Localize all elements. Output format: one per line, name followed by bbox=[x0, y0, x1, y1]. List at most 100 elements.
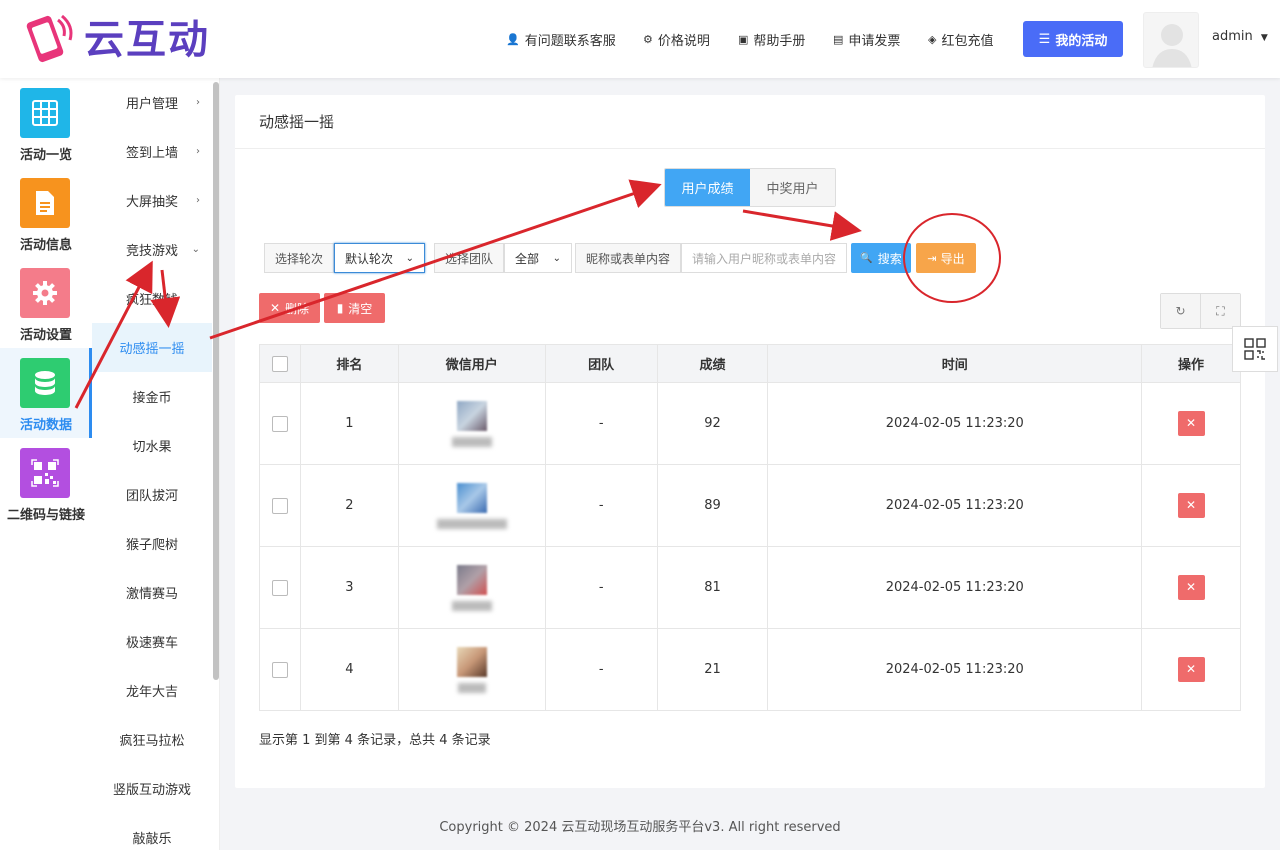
submenu-label: 疯狂马拉松 bbox=[119, 734, 185, 749]
submenu-shake[interactable]: 动感摇一摇 bbox=[92, 323, 212, 372]
team-cell: - bbox=[544, 628, 658, 711]
submenu-vertical-games[interactable]: 竖版互动游戏 bbox=[92, 764, 212, 813]
nav-label: 申请发票 bbox=[848, 33, 901, 49]
submenu-dragon-year[interactable]: 龙年大吉 bbox=[92, 666, 212, 715]
submenu-marathon[interactable]: 疯狂马拉松 bbox=[92, 715, 212, 764]
user-plus-icon: 👤 bbox=[506, 32, 520, 46]
logo-text: 云互动 bbox=[84, 17, 210, 63]
nav-invoice[interactable]: ▤ 申请发票 bbox=[833, 27, 900, 51]
submenu-monkey-climb[interactable]: 猴子爬树 bbox=[92, 519, 212, 568]
submenu-tug-of-war[interactable]: 团队拔河 bbox=[92, 470, 212, 519]
submenu-label: 猴子爬树 bbox=[125, 538, 178, 553]
submenu-big-screen-lottery[interactable]: 大屏抽奖 › bbox=[92, 176, 212, 225]
export-button[interactable]: ⇥ 导出 bbox=[916, 243, 976, 273]
caret-down-icon: ▼ bbox=[1260, 33, 1268, 43]
row-checkbox[interactable] bbox=[271, 497, 288, 514]
delete-row-button[interactable]: ✕ bbox=[1177, 575, 1205, 600]
search-button[interactable]: 🔍 搜索 bbox=[851, 243, 911, 273]
submenu-car-race[interactable]: 极速赛车 bbox=[92, 617, 212, 666]
submenu-user-management[interactable]: 用户管理 › bbox=[92, 78, 212, 127]
export-icon: ⇥ bbox=[927, 251, 937, 265]
round-select[interactable]: 默认轮次 ⌄ bbox=[334, 243, 426, 273]
team-label: 选择团队 bbox=[434, 243, 505, 273]
user-menu[interactable]: admin ▼ bbox=[1212, 29, 1268, 44]
qrcode-float-button[interactable] bbox=[1232, 326, 1278, 372]
shield-check-icon: ◈ bbox=[928, 32, 937, 46]
top-header: 云互动 👤 有问题联系客服 ⚙ 价格说明 ▣ 帮助手册 ▤ 申请发票 ◈ 红包充值 ☰ 我的… bbox=[0, 0, 1280, 78]
blurred-nickname bbox=[451, 436, 492, 447]
nav-pricing[interactable]: ⚙ 价格说明 bbox=[643, 27, 710, 51]
delete-row-button[interactable]: ✕ bbox=[1177, 657, 1205, 682]
submenu-horse-race[interactable]: 激情赛马 bbox=[92, 568, 212, 617]
submenu-fruit-cut[interactable]: 切水果 bbox=[92, 421, 212, 470]
round-select-value: 默认轮次 bbox=[345, 251, 394, 266]
select-all-checkbox[interactable] bbox=[271, 355, 288, 372]
chevron-right-icon: › bbox=[196, 146, 200, 157]
wechat-user-cell bbox=[397, 628, 546, 711]
time-cell: 2024-02-05 11:23:20 bbox=[767, 546, 1143, 629]
submenu-competitive-games[interactable]: 竞技游戏 ⌄ bbox=[92, 225, 212, 274]
avatar[interactable] bbox=[1143, 12, 1199, 68]
logo[interactable]: 云互动 bbox=[22, 12, 232, 68]
nav-help-manual[interactable]: ▣ 帮助手册 bbox=[738, 27, 805, 51]
avatar bbox=[456, 482, 487, 513]
divider bbox=[235, 148, 1265, 149]
sidebar-scrollbar[interactable] bbox=[213, 82, 219, 680]
table-row: 3 - 81 2024-02-05 11:23:20 ✕ bbox=[259, 546, 1241, 629]
submenu-catch-coins[interactable]: 接金币 bbox=[92, 372, 212, 421]
chevron-down-icon: ⌄ bbox=[191, 244, 200, 255]
action-cell: ✕ bbox=[1141, 546, 1241, 629]
document-icon bbox=[20, 178, 70, 228]
delete-button[interactable]: ✕ 删除 bbox=[259, 293, 320, 323]
filter-round: 选择轮次 默认轮次 ⌄ bbox=[264, 243, 426, 273]
row-checkbox[interactable] bbox=[271, 415, 288, 432]
submenu-label: 竞技游戏 bbox=[125, 244, 178, 259]
clear-button[interactable]: ▮ 清空 bbox=[324, 293, 385, 323]
delete-row-button[interactable]: ✕ bbox=[1177, 493, 1205, 518]
row-checkbox[interactable] bbox=[271, 579, 288, 596]
team-select[interactable]: 全部 ⌄ bbox=[504, 243, 573, 273]
submenu-label: 用户管理 bbox=[125, 97, 178, 112]
submenu-label: 极速赛车 bbox=[125, 636, 178, 651]
qrcode-icon bbox=[20, 448, 70, 498]
col-rank: 排名 bbox=[299, 344, 399, 383]
row-checkbox[interactable] bbox=[271, 661, 288, 678]
table-row: 4 - 21 2024-02-05 11:23:20 ✕ bbox=[259, 628, 1241, 711]
nav-contact-support[interactable]: 👤 有问题联系客服 bbox=[506, 27, 616, 51]
sidebar-item-activity-list[interactable]: 活动一览 bbox=[0, 78, 92, 168]
submenu-label: 大屏抽奖 bbox=[125, 195, 178, 210]
export-label: 导出 bbox=[940, 251, 965, 266]
fullscreen-icon[interactable]: ⛶ bbox=[1200, 294, 1240, 328]
tab-user-scores[interactable]: 用户成绩 bbox=[665, 169, 750, 206]
nav-redpacket-recharge[interactable]: ◈ 红包充值 bbox=[928, 27, 993, 51]
col-action: 操作 bbox=[1141, 344, 1241, 383]
submenu-label: 接金币 bbox=[132, 391, 172, 406]
col-team: 团队 bbox=[544, 344, 658, 383]
submenu-signin-wall[interactable]: 签到上墙 › bbox=[92, 127, 212, 176]
sidebar-item-activity-info[interactable]: 活动信息 bbox=[0, 168, 92, 258]
printer-icon: ▤ bbox=[833, 32, 844, 46]
sidebar-item-qrcode-links[interactable]: 二维码与链接 bbox=[0, 438, 92, 528]
submenu-crazy-money[interactable]: 疯狂数钱 bbox=[92, 274, 212, 323]
my-activity-button[interactable]: ☰ 我的活动 bbox=[1023, 21, 1123, 57]
time-cell: 2024-02-05 11:23:20 bbox=[767, 628, 1143, 711]
filter-keyword: 昵称或表单内容 请输入用户昵称或表单内容 bbox=[575, 243, 848, 273]
username: admin bbox=[1212, 29, 1253, 44]
nav-label: 红包充值 bbox=[941, 33, 994, 49]
sidebar-item-label: 活动信息 bbox=[19, 238, 72, 253]
keyword-input[interactable]: 请输入用户昵称或表单内容 bbox=[681, 243, 848, 273]
result-tabs: 用户成绩 中奖用户 bbox=[664, 168, 836, 207]
refresh-icon[interactable]: ↻ bbox=[1161, 294, 1200, 328]
score-cell: 21 bbox=[656, 628, 769, 711]
nav-label: 价格说明 bbox=[657, 33, 710, 49]
score-cell: 81 bbox=[656, 546, 769, 629]
delete-row-button[interactable]: ✕ bbox=[1177, 411, 1205, 436]
table-row: 1 - 92 2024-02-05 11:23:20 ✕ bbox=[259, 382, 1241, 465]
blurred-nickname bbox=[451, 600, 492, 611]
sidebar-item-activity-data[interactable]: 活动数据 bbox=[0, 348, 92, 438]
row-select-cell bbox=[259, 628, 301, 711]
tab-winners[interactable]: 中奖用户 bbox=[750, 169, 835, 206]
sidebar-item-activity-settings[interactable]: 活动设置 bbox=[0, 258, 92, 348]
row-select-cell bbox=[259, 382, 301, 465]
row-select-cell bbox=[259, 546, 301, 629]
